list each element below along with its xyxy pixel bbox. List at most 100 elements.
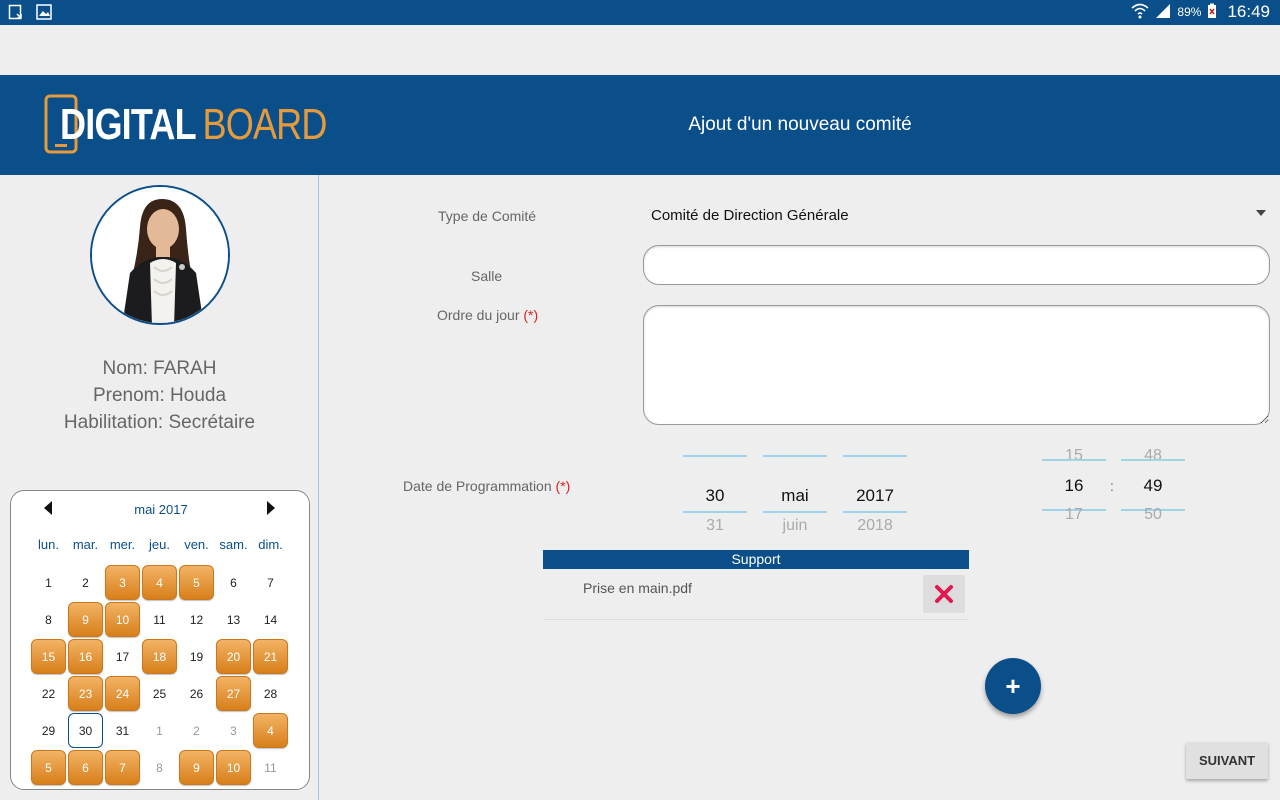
calendar-day[interactable]: 5: [178, 564, 215, 601]
minute-next[interactable]: 50: [1121, 506, 1185, 524]
logo-board: BOARD: [202, 100, 327, 149]
calendar-day[interactable]: 17: [104, 638, 141, 675]
calendar-day[interactable]: 10: [104, 601, 141, 638]
calendar-day[interactable]: 2: [178, 712, 215, 749]
calendar-day[interactable]: 1: [30, 564, 67, 601]
calendar-day[interactable]: 6: [67, 749, 104, 786]
calendar-day[interactable]: 27: [215, 675, 252, 712]
ordre-label-text: Ordre du jour: [437, 307, 520, 323]
suivant-button[interactable]: SUIVANT: [1186, 742, 1268, 779]
calendar-day[interactable]: 9: [67, 601, 104, 638]
calendar-day[interactable]: 16: [67, 638, 104, 675]
calendar-day-number: 1: [156, 723, 163, 738]
calendar-day[interactable]: 22: [30, 675, 67, 712]
salle-input[interactable]: [643, 245, 1270, 285]
calendar-day[interactable]: 19: [178, 638, 215, 675]
required-marker: (*): [555, 478, 571, 494]
calendar-day[interactable]: 6: [215, 564, 252, 601]
calendar-day[interactable]: 12: [178, 601, 215, 638]
day-picker[interactable]: 30 31: [683, 455, 747, 545]
calendar-day-number: 22: [41, 686, 56, 701]
calendar-day[interactable]: 28: [252, 675, 289, 712]
delete-file-button[interactable]: [923, 575, 965, 613]
calendar-day[interactable]: 11: [252, 749, 289, 786]
calendar-day[interactable]: 24: [104, 675, 141, 712]
calendar-day-number: 17: [115, 649, 130, 664]
year-picker[interactable]: 2017 2018: [843, 455, 907, 545]
calendar-day[interactable]: 13: [215, 601, 252, 638]
calendar-day-number: 4: [267, 723, 274, 738]
month-picker[interactable]: mai juin: [763, 455, 827, 545]
hour-picker[interactable]: 15 16 17: [1042, 445, 1106, 535]
wifi-icon: [1131, 3, 1149, 22]
add-support-button[interactable]: +: [985, 658, 1041, 714]
next-month-icon[interactable]: [267, 501, 275, 515]
calendar-day[interactable]: 5: [30, 749, 67, 786]
calendar-day[interactable]: 7: [252, 564, 289, 601]
calendar-weekdays: lun. mar. mer. jeu. ven. sam. dim.: [30, 537, 289, 552]
day-next[interactable]: 31: [683, 517, 747, 535]
calendar-day[interactable]: 3: [104, 564, 141, 601]
calendar-day-number: 11: [153, 612, 166, 627]
date-label: Date de Programmation (*): [403, 478, 570, 494]
year-next[interactable]: 2018: [843, 517, 907, 535]
calendar-day[interactable]: 8: [141, 749, 178, 786]
support-table: Support Prise en main.pdf: [543, 550, 969, 620]
required-marker: (*): [523, 307, 539, 323]
calendar-day-number: 8: [45, 612, 52, 627]
calendar-day[interactable]: 15: [30, 638, 67, 675]
calendar-day-number: 14: [263, 612, 278, 627]
calendar-day-number: 1: [45, 575, 52, 590]
calendar-day[interactable]: 3: [215, 712, 252, 749]
calendar-day[interactable]: 8: [30, 601, 67, 638]
calendar-day-number: 9: [193, 760, 200, 775]
calendar-day[interactable]: 4: [141, 564, 178, 601]
calendar-day[interactable]: 7: [104, 749, 141, 786]
calendar-day-number: 9: [82, 612, 89, 627]
calendar-day[interactable]: 1: [141, 712, 178, 749]
type-comite-select[interactable]: Comité de Direction Générale: [643, 200, 1270, 230]
hour-prev[interactable]: 15: [1042, 447, 1106, 465]
calendar-day-number: 10: [115, 612, 130, 627]
calendar-day[interactable]: 14: [252, 601, 289, 638]
calendar-day-today[interactable]: 30: [67, 712, 104, 749]
calendar-day-number: 10: [226, 760, 241, 775]
calendar-day[interactable]: 31: [104, 712, 141, 749]
calendar-day[interactable]: 25: [141, 675, 178, 712]
action-bar-space: [0, 25, 1280, 75]
calendar-day[interactable]: 11: [141, 601, 178, 638]
ordre-du-jour-textarea[interactable]: [643, 305, 1270, 425]
calendar-day[interactable]: 10: [215, 749, 252, 786]
calendar-day-number: 31: [115, 723, 130, 738]
type-comite-label: Type de Comité: [438, 208, 537, 224]
calendar-day[interactable]: 2: [67, 564, 104, 601]
calendar: mai 2017 lun. mar. mer. jeu. ven. sam. dim. 12…: [10, 490, 310, 790]
ordre-label: Ordre du jour (*): [437, 307, 538, 323]
calendar-day[interactable]: 4: [252, 712, 289, 749]
calendar-day-number: 15: [41, 649, 56, 664]
month-next[interactable]: juin: [763, 517, 827, 535]
calendar-day[interactable]: 18: [141, 638, 178, 675]
calendar-day-number: 29: [41, 723, 56, 738]
calendar-day-number: 24: [115, 686, 130, 701]
calendar-day[interactable]: 21: [252, 638, 289, 675]
calendar-day-number: 2: [193, 723, 200, 738]
hour-next[interactable]: 17: [1042, 506, 1106, 524]
minute-picker[interactable]: 48 49 50: [1121, 445, 1185, 535]
calendar-day[interactable]: 29: [30, 712, 67, 749]
download-icon: [8, 4, 24, 20]
calendar-day[interactable]: 20: [215, 638, 252, 675]
calendar-day[interactable]: 26: [178, 675, 215, 712]
minute-prev[interactable]: 48: [1121, 447, 1185, 465]
support-file-name[interactable]: Prise en main.pdf: [583, 580, 692, 596]
app-header: DIGITAL BOARD Ajout d'un nouveau comité: [0, 75, 1280, 175]
calendar-day-number: 23: [78, 686, 93, 701]
calendar-day[interactable]: 23: [67, 675, 104, 712]
calendar-day[interactable]: 9: [178, 749, 215, 786]
calendar-day-number: 13: [226, 612, 241, 627]
picker-divider: [683, 511, 747, 513]
calendar-day-number: 6: [230, 575, 237, 590]
image-icon: [36, 4, 52, 20]
month-current: mai: [781, 486, 809, 505]
calendar-day-number: 3: [230, 723, 237, 738]
